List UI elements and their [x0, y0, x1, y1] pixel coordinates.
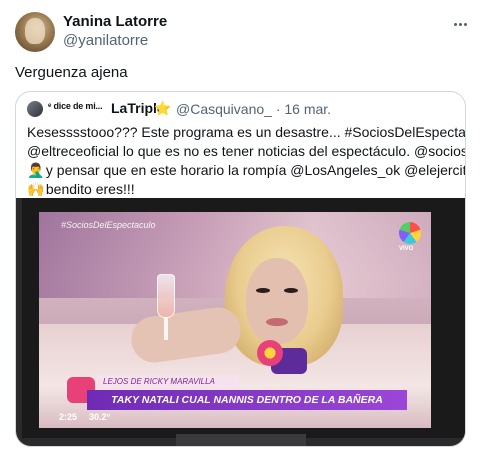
quoted-tweet-card[interactable]: ᵉ dice de mi... LaTriple ⭐ @Casquivano_ … [15, 91, 466, 447]
star-emoji: ⭐ [154, 100, 172, 116]
channel-live-label: VIVO [399, 246, 414, 252]
quoted-author-name-prefix: ᵉ dice de mi... [48, 101, 103, 111]
quoted-text-line: 🙌 bendito eres!!! [27, 181, 135, 197]
tweet-text: Verguenza ajena [15, 64, 128, 81]
facepalm-emoji: 🤦‍♂️ [27, 162, 45, 178]
lower-third-headline: TAKY NATALI CUAL NANNIS DENTRO DE LA BAÑ… [87, 390, 407, 410]
broadcast-temperature: 30.2° [89, 412, 111, 422]
broadcast-time: 2:25 [59, 412, 78, 422]
quoted-text-line: @eltreceoficial lo que es no es tener no… [27, 143, 466, 159]
more-options-icon[interactable] [450, 14, 470, 34]
quoted-media-image[interactable]: #SociosDelEspectaculo VIVO LEJOS DE RICK… [16, 198, 465, 446]
author-name[interactable]: Yanina Latorre [63, 13, 167, 30]
champagne-glass [157, 274, 175, 318]
show-hashtag: #SociosDelEspectaculo [61, 220, 156, 230]
quoted-text-line: Kesesssstooo??? Este programa es un desa… [27, 124, 466, 140]
tv-screen: #SociosDelEspectaculo VIVO LEJOS DE RICK… [39, 212, 431, 428]
channel-logo-icon [399, 222, 421, 244]
tv-stand [176, 434, 306, 446]
quoted-tweet-text: Kesesssstooo??? Este programa es un desa… [27, 123, 466, 199]
author-avatar[interactable] [15, 12, 55, 52]
tv-frame: #SociosDelEspectaculo VIVO LEJOS DE RICK… [22, 198, 465, 438]
raised-hands-emoji: 🙌 [27, 181, 45, 197]
lower-third-subtitle: LEJOS DE RICKY MARAVILLA [97, 375, 239, 388]
quoted-text-line: 🤦‍♂️ y pensar que en este horario la rom… [27, 162, 466, 178]
quoted-handle-date: @Casquivano_ · 16 mar. [176, 101, 332, 117]
quoted-author-avatar [27, 101, 43, 117]
author-handle[interactable]: @yanilatorre [63, 32, 148, 49]
person-face [246, 258, 308, 344]
mic-flag-logo [257, 340, 283, 366]
